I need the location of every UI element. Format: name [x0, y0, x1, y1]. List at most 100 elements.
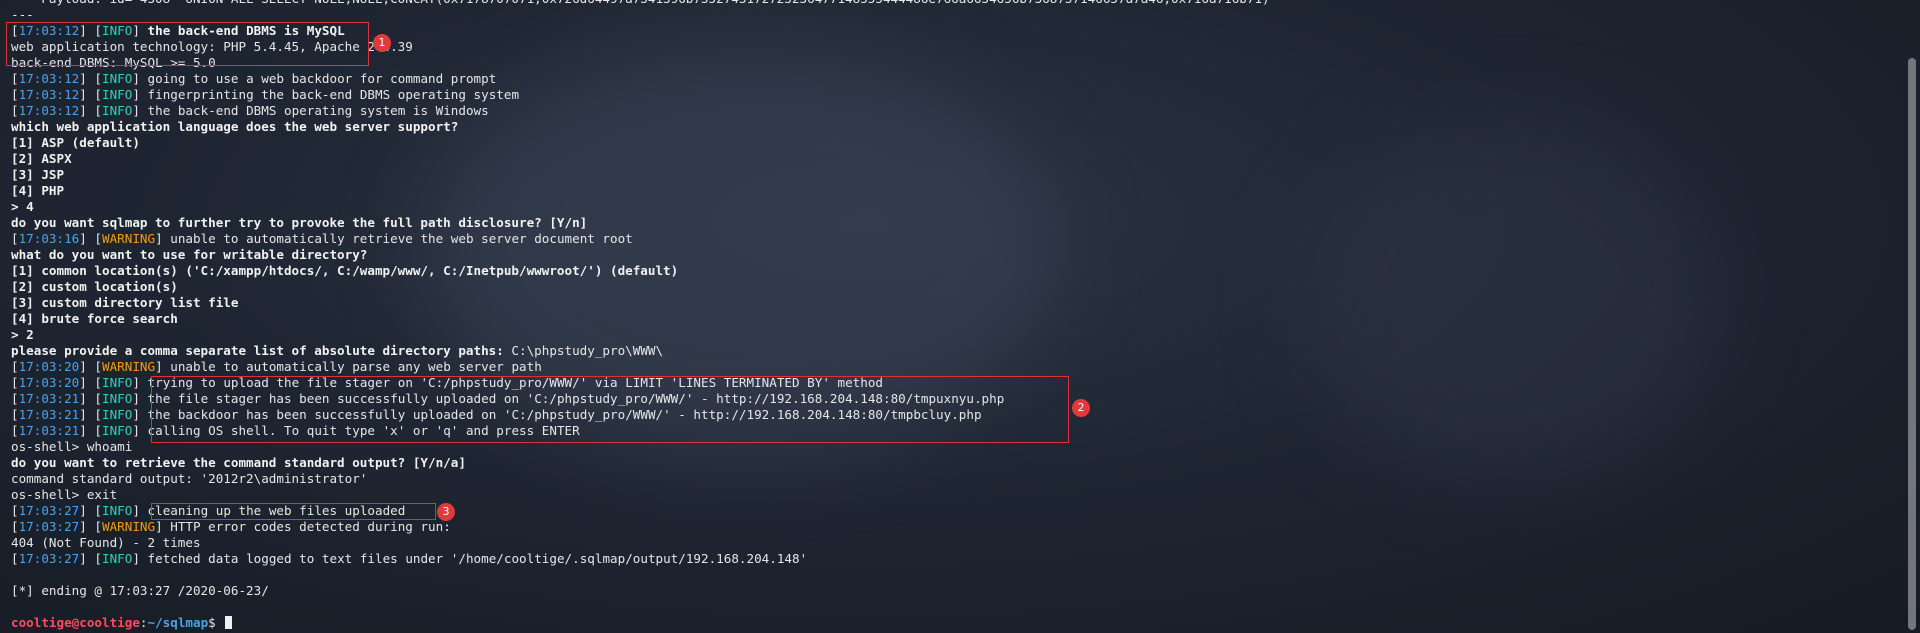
terminal-text: 404 (Not Found) - 2 times [11, 535, 201, 550]
terminal-text: ] [ [79, 551, 103, 566]
terminal-line: [1] ASP (default) [11, 135, 1901, 151]
terminal-text: [ [11, 231, 19, 246]
prompt-path: ~/sqlmap [147, 615, 209, 630]
terminal-text: [3] JSP [11, 167, 65, 182]
terminal-text: [ [11, 503, 19, 518]
annotation-badge-2: 2 [1072, 399, 1090, 417]
shell-prompt[interactable]: cooltige@cooltige:~/sqlmap$ [11, 615, 1901, 631]
terminal-text: 17:03:12 [18, 87, 80, 102]
scrollbar[interactable] [1908, 58, 1916, 630]
terminal-line: [17:03:12] [INFO] fingerprinting the bac… [11, 87, 1901, 103]
terminal-line: os-shell> exit [11, 487, 1901, 503]
terminal-line: [17:03:21] [INFO] calling OS shell. To q… [11, 423, 1901, 439]
terminal-line: please provide a comma separate list of … [11, 343, 1901, 359]
terminal-text: ] the backdoor has been successfully upl… [132, 407, 982, 422]
terminal-text: ] trying to upload the file stager on 'C… [132, 375, 883, 390]
terminal-text: which web application language does the … [11, 119, 459, 134]
terminal-line: > 2 [11, 327, 1901, 343]
terminal-text: [ [11, 551, 19, 566]
terminal-text: web application technology: PHP 5.4.45, … [11, 39, 413, 54]
terminal-text: 17:03:21 [18, 391, 80, 406]
terminal-text: ] cleaning up the web files uploaded [132, 503, 406, 518]
terminal-line: os-shell> whoami [11, 439, 1901, 455]
text-cursor [225, 616, 233, 629]
terminal-text: command standard output: '2012r2\adminis… [11, 471, 368, 486]
terminal-text: WARNING [102, 519, 156, 534]
terminal-text: [ [11, 71, 19, 86]
terminal-text: [ [11, 103, 19, 118]
terminal-line: do you want sqlmap to further try to pro… [11, 215, 1901, 231]
terminal-text: os-shell> whoami [11, 439, 133, 454]
terminal-text: [2] ASPX [11, 151, 72, 166]
terminal-text: ] [ [79, 375, 103, 390]
terminal-text: ] [ [79, 231, 103, 246]
terminal-text: ] [ [79, 519, 103, 534]
terminal-text: > 4 [11, 199, 34, 214]
terminal-text: INFO [102, 71, 133, 86]
terminal-text: os-shell> exit [11, 487, 118, 502]
terminal-text: ] [ [79, 103, 103, 118]
prompt-symbol: $ [208, 615, 224, 630]
terminal-text: INFO [102, 391, 133, 406]
terminal-text: 17:03:20 [18, 375, 80, 390]
terminal-window: { "terminal": { "lines": [ [{"t":" Paylo… [0, 0, 1920, 633]
terminal-text: do you want sqlmap to further try to pro… [11, 215, 588, 230]
terminal-line: [17:03:12] [INFO] going to use a web bac… [11, 71, 1901, 87]
prompt-user-host: cooltige@cooltige [11, 615, 140, 630]
terminal-text: [ [11, 23, 19, 38]
terminal-text: what do you want to use for writable dir… [11, 247, 368, 262]
terminal-text: back-end DBMS: MySQL >= 5.0 [11, 55, 216, 70]
terminal-line: [17:03:27] [WARNING] HTTP error codes de… [11, 519, 1901, 535]
annotation-badge-3: 3 [437, 503, 455, 521]
terminal-line: do you want to retrieve the command stan… [11, 455, 1901, 471]
terminal-text: ] [ [79, 407, 103, 422]
terminal-text: 17:03:16 [18, 231, 80, 246]
terminal-text: [3] custom directory list file [11, 295, 239, 310]
terminal-line: what do you want to use for writable dir… [11, 247, 1901, 263]
terminal-line: [1] common location(s) ('C:/xampp/htdocs… [11, 263, 1901, 279]
terminal-text: INFO [102, 23, 133, 38]
terminal-text: [ [11, 407, 19, 422]
terminal-text: 17:03:27 [18, 519, 80, 534]
terminal-text: [ [11, 519, 19, 534]
terminal-text: [2] custom location(s) [11, 279, 178, 294]
terminal-text: INFO [102, 103, 133, 118]
terminal-text: ] [ [79, 391, 103, 406]
terminal-text: ] unable to automatically retrieve the w… [155, 231, 633, 246]
terminal-line: [17:03:20] [WARNING] unable to automatic… [11, 359, 1901, 375]
terminal-text: ] the back-end DBMS operating system is … [132, 103, 489, 118]
terminal-text: ] unable to automatically parse any web … [155, 359, 542, 374]
terminal-text: [ [11, 87, 19, 102]
terminal-text: ] [ [79, 87, 103, 102]
terminal-text: ] fingerprinting the back-end DBMS opera… [132, 87, 520, 102]
terminal-text: > 2 [11, 327, 34, 342]
terminal-text: [*] ending @ 17:03:27 /2020-06-23/ [11, 583, 269, 598]
terminal-line: which web application language does the … [11, 119, 1901, 135]
terminal-text: C:\phpstudy_pro\WWW\ [511, 343, 664, 358]
terminal-text: please provide a comma separate list of … [11, 343, 512, 358]
terminal-line: [2] ASPX [11, 151, 1901, 167]
terminal-text: [4] brute force search [11, 311, 178, 326]
terminal-text: 17:03:12 [18, 23, 80, 38]
terminal-text: 17:03:27 [18, 503, 80, 518]
terminal-line: [17:03:12] [INFO] the back-end DBMS is M… [11, 23, 1901, 39]
terminal-line: [2] custom location(s) [11, 279, 1901, 295]
terminal-text: [1] ASP (default) [11, 135, 140, 150]
terminal-text: WARNING [102, 231, 156, 246]
terminal-text: ] calling OS shell. To quit type 'x' or … [132, 423, 580, 438]
terminal-text: [ [11, 391, 19, 406]
terminal-text: ] HTTP error codes detected during run: [155, 519, 451, 534]
terminal-text: [ [11, 375, 19, 390]
terminal-line: [17:03:27] [INFO] fetched data logged to… [11, 551, 1901, 567]
terminal-text: INFO [102, 375, 133, 390]
terminal-line: web application technology: PHP 5.4.45, … [11, 39, 1901, 55]
terminal-text: ] the file stager has been successfully … [132, 391, 1005, 406]
terminal-text: [4] PHP [11, 183, 65, 198]
terminal-text: 17:03:21 [18, 423, 80, 438]
terminal-text: WARNING [102, 359, 156, 374]
terminal-line: [4] PHP [11, 183, 1901, 199]
terminal-line: --- [11, 7, 1901, 23]
terminal-text: INFO [102, 407, 133, 422]
terminal-text: ] [ [79, 23, 103, 38]
terminal-line: [4] brute force search [11, 311, 1901, 327]
